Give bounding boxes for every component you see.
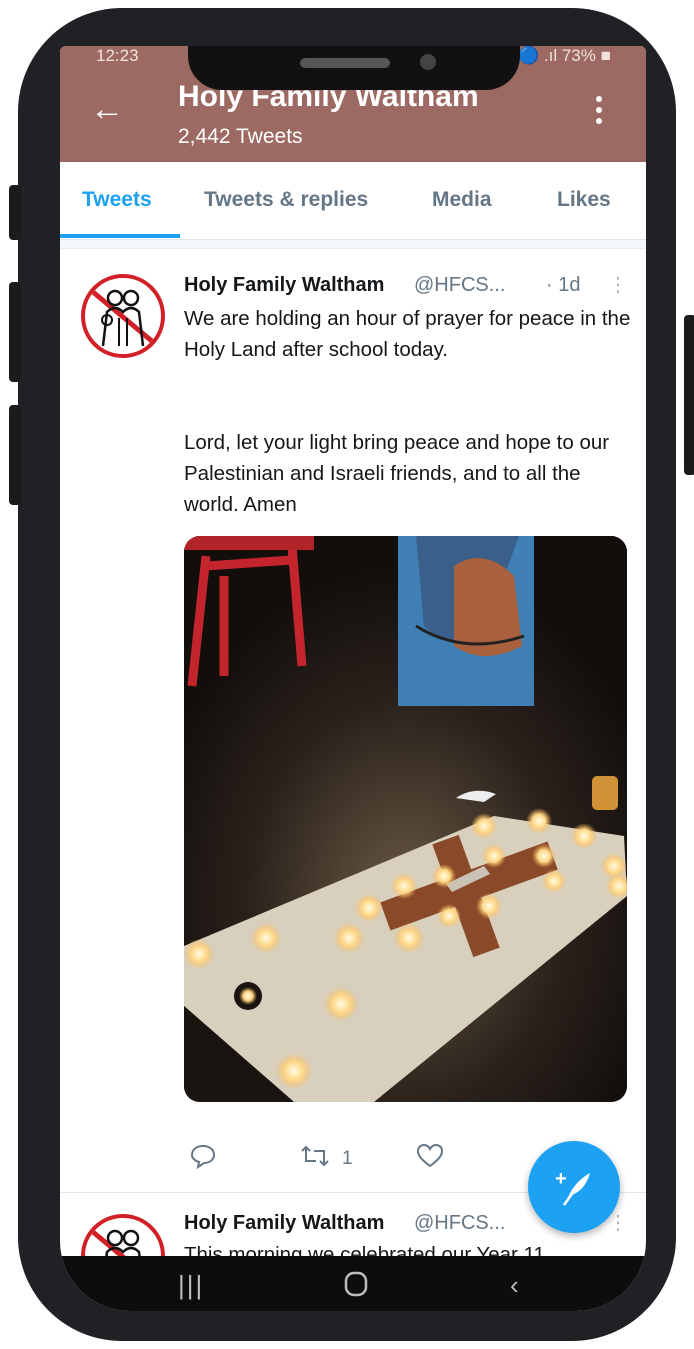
tab-tweets-replies[interactable]: Tweets & replies [204, 188, 368, 212]
status-time: 12:23 [96, 46, 139, 65]
tweet-text: We are holding an hour of prayer for pea… [184, 307, 631, 361]
section-divider [60, 240, 646, 249]
tab-likes[interactable]: Likes [557, 188, 611, 212]
compose-feather-icon: + [555, 1168, 590, 1206]
retweet-button[interactable]: 1 [300, 1143, 353, 1175]
profile-tabs: Tweets Tweets & replies Media Likes [60, 162, 646, 240]
home-icon[interactable] [342, 1270, 370, 1305]
volume-up-button [9, 282, 21, 382]
school-logo-icon [87, 280, 159, 352]
like-icon[interactable] [416, 1143, 444, 1169]
svg-text:+: + [555, 1168, 567, 1190]
phone-side-button [9, 185, 21, 240]
power-button [684, 315, 694, 475]
retweet-count: 1 [342, 1148, 353, 1169]
tweet-text: Lord, let your light bring peace and hop… [184, 431, 610, 516]
nav-back-icon[interactable]: ‹ [510, 1270, 519, 1301]
android-nav-bar: ||| ‹ [60, 1256, 646, 1311]
tab-media[interactable]: Media [432, 188, 492, 212]
tweet-image[interactable] [184, 536, 627, 1102]
reply-icon[interactable] [190, 1143, 216, 1169]
avatar[interactable] [81, 274, 165, 358]
tweet-count: 2,442 Tweets [178, 125, 303, 148]
compose-tweet-button[interactable]: + [528, 1141, 620, 1233]
tweet-author-handle[interactable]: @HFCS... [414, 274, 505, 297]
tweet-author-handle[interactable]: @HFCS... [414, 1212, 505, 1235]
recents-icon[interactable]: ||| [178, 1270, 204, 1301]
back-arrow-icon[interactable]: ← [90, 92, 124, 126]
more-vert-icon[interactable] [596, 96, 604, 129]
tweet-author-name[interactable]: Holy Family Waltham [184, 1212, 384, 1235]
speaker-grille [300, 58, 390, 68]
volume-down-button [9, 405, 21, 505]
front-camera [420, 54, 436, 70]
tab-tweets[interactable]: Tweets [82, 188, 152, 212]
camera-notch [188, 46, 520, 90]
tweet-author-name[interactable]: Holy Family Waltham [184, 274, 384, 297]
tweet-menu-icon[interactable]: ⋮ [608, 272, 628, 297]
active-tab-indicator [60, 234, 180, 238]
tweet-time: · 1d [546, 274, 581, 296]
retweet-icon [300, 1143, 330, 1175]
phone-screen: 12:23 🔵 .ıl 73% ■ ← Holy Family Waltham … [60, 46, 646, 1311]
status-icons: 🔵 .ıl 73% ■ [518, 46, 611, 65]
